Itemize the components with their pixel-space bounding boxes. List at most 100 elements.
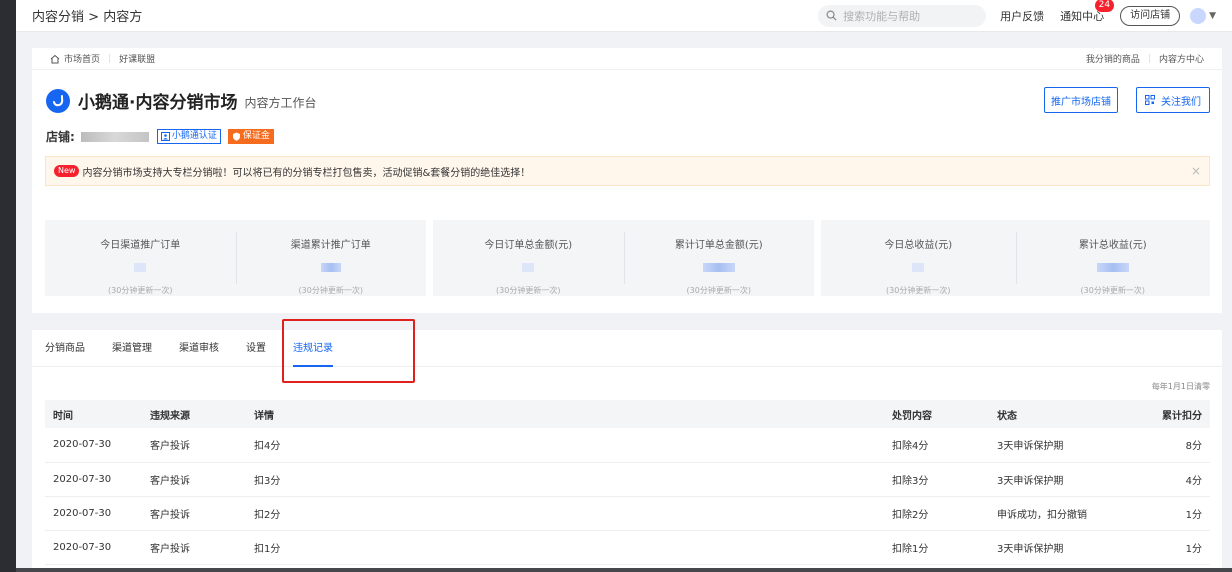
tab-distribution-goods[interactable]: 分销商品 [45,330,85,367]
cell-source: 客户投诉 [150,428,254,463]
divider: | [1147,53,1151,64]
avatar[interactable] [1190,7,1207,24]
stat-label: 累计总收益(元) [1078,240,1147,251]
notification-center[interactable]: 通知中心 24 [1060,0,1115,24]
table-row: 2020-07-30 客户投诉 扣1分 扣除1分 3天申诉保护期 1分 [45,530,1210,565]
divider: | [108,53,112,64]
cell-status: 申诉成功，扣分撤销 [997,496,1137,531]
stat-note: (30分钟更新一次) [496,286,561,295]
violation-table: 时间 违规来源 详情 处罚内容 状态 累计扣分 2020-07-30 客户投诉 … [45,400,1210,565]
stat-value-redacted [522,263,535,272]
stat-note: (30分钟更新一次) [298,286,363,295]
follow-us-label: 关注我们 [1161,96,1201,108]
stat-total-amount: 累计订单总金额(元) (30分钟更新一次) [623,220,815,296]
stat-group-income: 今日总收益(元) (30分钟更新一次) 累计总收益(元) (30分钟更新一次) [821,220,1210,296]
stat-group-orders: 今日渠道推广订单 (30分钟更新一次) 渠道累计推广订单 (30分钟更新一次) [45,220,426,296]
notification-label: 通知中心 [1060,9,1105,23]
market-header-card: 市场首页 | 好课联盟 我分销的商品 | 内容方中心 小鹅通·内容分销市场 内容… [32,48,1222,313]
stat-today-income: 今日总收益(元) (30分钟更新一次) [821,220,1016,296]
page-title: 小鹅通·内容分销市场 [78,93,238,113]
page-subtitle: 内容方工作台 [244,95,317,110]
announcement-text: 内容分销市场支持大专栏分销啦！可以将已有的分销专栏打包售卖，活动促销&套餐分销的… [82,167,531,179]
breadcrumb: 内容分销 > 内容方 [32,6,142,25]
column-header: 详情 [254,400,892,428]
stat-label: 今日渠道推广订单 [100,240,181,251]
follow-us-button[interactable]: 关注我们 [1136,87,1210,113]
column-header: 处罚内容 [892,400,997,428]
market-home-link[interactable]: 市场首页 [64,52,100,65]
table-row: 2020-07-30 客户投诉 扣4分 扣除4分 3天申诉保护期 8分 [45,428,1210,463]
cell-detail: 扣4分 [254,428,892,463]
new-badge: New [54,165,80,177]
top-bar: 内容分销 > 内容方 搜索功能与帮助 用户反馈 通知中心 24 访问店铺 ▼ [16,0,1232,32]
cell-time: 2020-07-30 [45,428,150,463]
cell-total: 4分 [1137,462,1210,497]
table-header-row: 时间 违规来源 详情 处罚内容 状态 累计扣分 [45,400,1210,428]
close-icon[interactable]: × [1191,164,1201,178]
shield-icon [232,132,240,141]
home-icon [50,54,60,63]
sub-nav: 市场首页 | 好课联盟 我分销的商品 | 内容方中心 [32,48,1222,70]
chevron-down-icon[interactable]: ▼ [1209,11,1216,21]
promote-shop-button[interactable]: 推广市场店铺 [1044,87,1118,113]
verified-badge[interactable]: 小鹅通认证 [156,129,221,144]
cell-detail: 扣3分 [254,462,892,497]
cell-total: 1分 [1137,496,1210,531]
notification-badge: 24 [1094,0,1115,12]
stat-today-amount: 今日订单总金额(元) (30分钟更新一次) [433,220,624,296]
table-row: 2020-07-30 客户投诉 扣2分 扣除2分 申诉成功，扣分撤销 1分 [45,496,1210,531]
cell-status: 3天申诉保护期 [997,428,1137,463]
cell-penalty: 扣除4分 [892,428,997,463]
user-icon [160,132,170,141]
search-placeholder: 搜索功能与帮助 [843,9,921,23]
content-center-link[interactable]: 内容方中心 [1159,52,1204,65]
deposit-badge[interactable]: 保证金 [227,129,274,144]
cell-penalty: 扣除2分 [892,496,997,531]
column-header: 时间 [45,400,150,428]
stat-note: (30分钟更新一次) [686,286,751,295]
column-header: 累计扣分 [1137,400,1210,428]
cell-total: 1分 [1137,530,1210,565]
feedback-link[interactable]: 用户反馈 [1000,8,1044,24]
verified-label: 小鹅通认证 [171,131,217,141]
bottom-scrollbar[interactable] [16,568,1232,572]
shop-row: 店铺: 小鹅通认证 保证金 [46,128,281,145]
stat-value-redacted [134,263,147,272]
breadcrumb-current: 内容方 [103,10,143,25]
table-row: 2020-07-30 客户投诉 扣3分 扣除3分 3天申诉保护期 4分 [45,462,1210,497]
cell-source: 客户投诉 [150,530,254,565]
stat-today-orders: 今日渠道推广订单 (30分钟更新一次) [45,220,236,296]
brand-logo [46,88,70,113]
cell-time: 2020-07-30 [45,496,150,531]
records-card: 分销商品 渠道管理 渠道审核 设置 违规记录 每年1月1日清零 时间 违规来源 … [32,319,1222,572]
cell-total: 8分 [1137,428,1210,463]
visit-shop-button[interactable]: 访问店铺 [1120,5,1181,26]
deposit-label: 保证金 [242,131,270,141]
breadcrumb-root[interactable]: 内容分销 [32,10,84,25]
cell-time: 2020-07-30 [45,462,150,497]
stat-group-amount: 今日订单总金额(元) (30分钟更新一次) 累计订单总金额(元) (30分钟更新… [433,220,814,296]
search-icon [826,10,837,21]
stat-value-redacted [320,263,341,272]
cell-status: 3天申诉保护期 [997,462,1137,497]
tab-channel-review[interactable]: 渠道审核 [179,330,219,367]
search-input[interactable]: 搜索功能与帮助 [818,4,987,27]
stat-note: (30分钟更新一次) [886,286,951,295]
highlight-box [282,319,415,383]
my-goods-link[interactable]: 我分销的商品 [1086,52,1140,65]
reset-note: 每年1月1日清零 [1151,382,1210,391]
shop-label: 店铺: [46,130,75,144]
cell-penalty: 扣除1分 [892,530,997,565]
stat-label: 今日总收益(元) [884,240,953,251]
announcement-banner: New 内容分销市场支持大专栏分销啦！可以将已有的分销专栏打包售卖，活动促销&套… [45,156,1210,186]
stat-total-orders: 渠道累计推广订单 (30分钟更新一次) [235,220,427,296]
tab-settings[interactable]: 设置 [246,330,266,367]
breadcrumb-sep: > [88,10,100,25]
cell-source: 客户投诉 [150,462,254,497]
tab-channel-management[interactable]: 渠道管理 [112,330,152,367]
column-header: 状态 [997,400,1137,428]
tab-bar: 分销商品 渠道管理 渠道审核 设置 违规记录 [32,330,1222,367]
cell-detail: 扣1分 [254,530,892,565]
qrcode-icon [1145,95,1155,105]
partner-link[interactable]: 好课联盟 [119,52,155,65]
